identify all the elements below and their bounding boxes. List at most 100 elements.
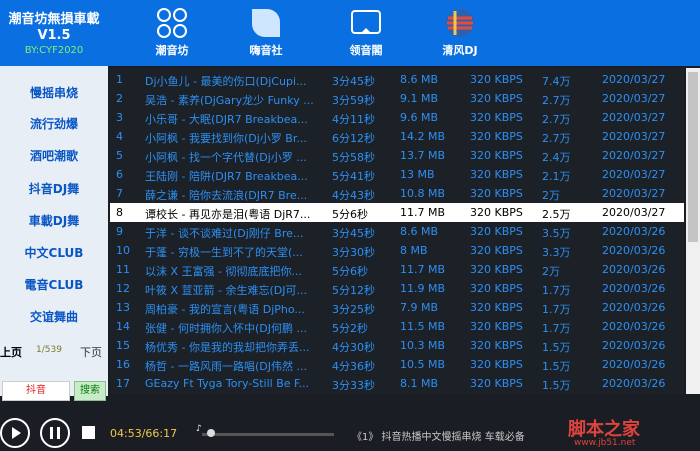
brand: 潮音坊無損車載 V1.5 BY:CYF2020 — [0, 0, 108, 66]
song-bitrate: 320 KBPS — [470, 225, 523, 238]
page-count: 1/539 — [36, 345, 62, 355]
sidebar-item-douyin[interactable]: 抖音DJ舞 — [0, 174, 108, 204]
table-row[interactable]: 5 小阿枫 - 找一个字代替(Dj小罗 ... 5分58秒 13.7 MB 320 KB… — [110, 146, 684, 165]
song-size: 13 MB — [400, 168, 435, 181]
song-title: 杨哲 - 一路风雨一路唱(DJ伟然 ... — [145, 360, 307, 373]
song-num: 1 — [116, 73, 123, 86]
tab-haiyinshe[interactable]: 嗨音社 — [222, 0, 310, 66]
table-row[interactable]: 7 薛之谦 - 陪你去流浪(DJR7 Bre... 4分43秒 10.8 MB 320 … — [110, 184, 684, 203]
music-note-icon: ♪ — [196, 424, 202, 434]
table-row[interactable]: 16 杨哲 - 一路风雨一路唱(DJ伟然 ... 4分36秒 10.5 MB 320 K… — [110, 355, 684, 374]
song-date: 2020/03/26 — [602, 282, 666, 295]
song-bitrate: 320 KBPS — [470, 358, 523, 371]
song-duration: 4分43秒 — [332, 189, 375, 202]
header-bar: 潮音坊無損車載 V1.5 BY:CYF2020 潮音坊 嗨音社 领音閣 清风DJ — [0, 0, 700, 66]
song-title: 张健 - 何时拥你入怀中(DJ何鹏 ... — [145, 322, 307, 335]
playback-time: 04:53/66:17 — [110, 427, 178, 440]
song-bitrate: 320 KBPS — [470, 206, 523, 219]
scrollbar-thumb[interactable] — [688, 72, 698, 242]
song-title: 周柏豪 - 我的宣言(粤语 DjPho... — [145, 303, 305, 316]
song-duration: 4分11秒 — [332, 113, 375, 126]
song-plays: 1.5万 — [542, 360, 571, 373]
song-duration: 3分59秒 — [332, 94, 375, 107]
play-icon — [12, 427, 21, 439]
tab-qingfengdj[interactable]: 清风DJ — [416, 0, 504, 66]
next-page-button[interactable]: 下页 — [80, 344, 102, 360]
song-list: 1 Dj小鱼儿 - 最美的伤口(DjCupi... 3分45秒 8.6 MB 320 K… — [110, 68, 684, 394]
table-row[interactable]: 9 于洋 - 谈不谈难过(Dj刚仔 Bre... 3分45秒 8.6 MB 320 KB… — [110, 222, 684, 241]
table-row[interactable]: 6 王陆刚 - 陪阱(DJR7 Breakbea... 5分41秒 13 MB 320 … — [110, 165, 684, 184]
table-row[interactable]: 17 GEazy Ft Tyga Tory-Still Be F... 3分33秒 8… — [110, 374, 684, 393]
tab-chaoyinfang[interactable]: 潮音坊 — [128, 0, 216, 66]
song-num: 2 — [116, 92, 123, 105]
stop-button[interactable] — [82, 426, 95, 439]
play-button[interactable] — [0, 418, 30, 448]
pause-button[interactable] — [40, 418, 70, 448]
song-date: 2020/03/27 — [602, 187, 666, 200]
song-title: GEazy Ft Tyga Tory-Still Be F... — [145, 377, 310, 390]
song-size: 8.6 MB — [400, 73, 439, 86]
song-duration: 5分2秒 — [332, 322, 368, 335]
table-row[interactable]: 2 吴浩 - 素养(DjGary龙少 Funky ... 3分59秒 9.1 MB 32… — [110, 89, 684, 108]
sidebar-item-liuxing[interactable]: 流行劲爆 — [0, 109, 108, 139]
song-size: 11.7 MB — [400, 206, 446, 219]
song-plays: 2万 — [542, 265, 560, 278]
song-date: 2020/03/26 — [602, 244, 666, 257]
app-title: 潮音坊無損車載 — [8, 12, 100, 27]
table-row[interactable]: 4 小阿枫 - 我要找到你(Dj小罗 Br... 6分12秒 14.2 MB 320 K… — [110, 127, 684, 146]
table-row[interactable]: 1 Dj小鱼儿 - 最美的伤口(DjCupi... 3分45秒 8.6 MB 320 K… — [110, 70, 684, 89]
sidebar-item-chezai[interactable]: 車載DJ舞 — [0, 206, 108, 236]
song-title: 小阿枫 - 我要找到你(Dj小罗 Br... — [145, 132, 307, 145]
song-duration: 3分30秒 — [332, 246, 375, 259]
song-date: 2020/03/26 — [602, 320, 666, 333]
search-input[interactable]: 抖音 — [2, 381, 70, 401]
table-row[interactable]: 10 于蓬 - 穷极一生到不了的天堂(... 3分30秒 8 MB 320 KBPS 3.… — [110, 241, 684, 260]
tab-label: 领音閣 — [349, 44, 383, 57]
song-title: 吴浩 - 素养(DjGary龙少 Funky ... — [145, 94, 314, 107]
song-bitrate: 320 KBPS — [470, 339, 523, 352]
globe-flag-icon — [446, 9, 474, 37]
song-date: 2020/03/27 — [602, 73, 666, 86]
song-num: 4 — [116, 130, 123, 143]
song-bitrate: 320 KBPS — [470, 244, 523, 257]
search-button[interactable]: 搜索 — [74, 381, 106, 401]
song-title: 王陆刚 - 陪阱(DJR7 Breakbea... — [145, 170, 308, 183]
prev-page-button[interactable]: 上页 — [0, 344, 22, 360]
sidebar-item-jiuba[interactable]: 酒吧潮歌 — [0, 141, 108, 171]
table-row[interactable]: 15 杨优秀 - 你是我的我却把你弄丢... 4分30秒 10.3 MB 320 KBP… — [110, 336, 684, 355]
song-bitrate: 320 KBPS — [470, 111, 523, 124]
song-num: 17 — [116, 377, 130, 390]
table-row[interactable]: 14 张健 - 何时拥你入怀中(DJ何鹏 ... 5分2秒 11.5 MB 320 KB… — [110, 317, 684, 336]
sidebar-item-zhongwen-club[interactable]: 中文CLUB — [0, 238, 108, 268]
table-row[interactable]: 13 周柏豪 - 我的宣言(粤语 DjPho... 3分25秒 7.9 MB 320 K… — [110, 298, 684, 317]
song-date: 2020/03/26 — [602, 301, 666, 314]
leaf-icon — [252, 9, 280, 37]
progress-track[interactable] — [202, 433, 334, 436]
song-duration: 5分6秒 — [332, 208, 368, 221]
song-date: 2020/03/27 — [602, 149, 666, 162]
song-date: 2020/03/27 — [602, 92, 666, 105]
song-duration: 5分41秒 — [332, 170, 375, 183]
song-title: 小乐哥 - 大眠(DJR7 Breakbea... — [145, 113, 308, 126]
tab-lingyinge[interactable]: 领音閣 — [322, 0, 410, 66]
song-duration: 3分45秒 — [332, 227, 375, 240]
table-row-selected[interactable]: 8 谭校长 - 再见亦是泪(粤语 DjR7... 5分6秒 11.7 MB 320 KB… — [110, 203, 684, 222]
song-size: 9.6 MB — [400, 111, 439, 124]
song-size: 8.1 MB — [400, 377, 439, 390]
sidebar-item-dianyin-club[interactable]: 電音CLUB — [0, 270, 108, 300]
table-row[interactable]: 12 叶筱 X 荁亚箭 - 余生难忘(DJ可... 5分12秒 11.9 MB 320 … — [110, 279, 684, 298]
song-size: 13.7 MB — [400, 149, 446, 162]
sidebar-item-jiaoyi[interactable]: 交谊舞曲 — [0, 302, 108, 332]
song-title: 小阿枫 - 找一个字代替(Dj小罗 ... — [145, 151, 307, 164]
song-date: 2020/03/26 — [602, 339, 666, 352]
song-bitrate: 320 KBPS — [470, 149, 523, 162]
table-row[interactable]: 11 以沫 X 王富强 - 彻彻底底把你... 5分6秒 11.7 MB 320 KBP… — [110, 260, 684, 279]
song-size: 7.9 MB — [400, 301, 439, 314]
list-scrollbar[interactable] — [686, 68, 700, 394]
app-author: BY:CYF2020 — [24, 45, 84, 56]
song-num: 6 — [116, 168, 123, 181]
table-row[interactable]: 3 小乐哥 - 大眠(DJR7 Breakbea... 4分11秒 9.6 MB 320… — [110, 108, 684, 127]
song-title: Dj小鱼儿 - 最美的伤口(DjCupi... — [145, 75, 307, 88]
watermark-url: www.jb51.net — [574, 438, 636, 448]
sidebar-item-manyao[interactable]: 慢摇串烧 — [0, 78, 108, 108]
